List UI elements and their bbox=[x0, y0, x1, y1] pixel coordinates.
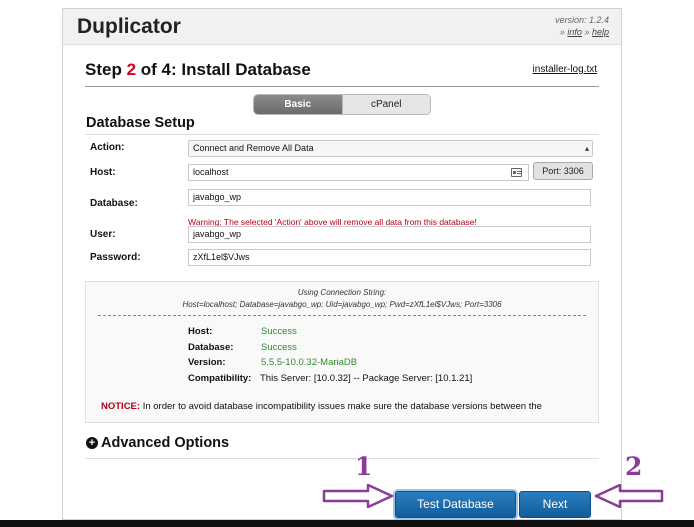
result-host-label: Host: bbox=[188, 326, 213, 337]
bottom-bar bbox=[0, 520, 694, 527]
version-text: version: 1.2.4 bbox=[554, 15, 609, 25]
result-database-value: Success bbox=[261, 342, 297, 353]
mode-tabs: Basic cPanel bbox=[253, 94, 431, 115]
annotation-marker-1: 1 bbox=[355, 452, 373, 481]
password-label: Password: bbox=[90, 252, 141, 263]
action-select[interactable]: Connect and Remove All Data ▴ bbox=[188, 140, 593, 157]
version-block: version: 1.2.4 » info » help bbox=[555, 14, 609, 38]
action-select-value: Connect and Remove All Data bbox=[193, 143, 314, 153]
next-button[interactable]: Next bbox=[519, 491, 591, 518]
installer-panel: Duplicator version: 1.2.4 » info » help … bbox=[62, 8, 622, 520]
section-divider bbox=[85, 134, 599, 135]
tab-cpanel[interactable]: cPanel bbox=[341, 95, 430, 114]
database-input[interactable]: javabgo_wp bbox=[188, 189, 591, 206]
advanced-divider bbox=[85, 458, 599, 459]
arrow-left-icon bbox=[594, 484, 664, 508]
title-divider bbox=[85, 86, 599, 87]
help-link[interactable]: help bbox=[592, 27, 609, 37]
step-prefix: Step bbox=[85, 60, 122, 79]
result-version-value: 5.5.5-10.0.32-MariaDB bbox=[261, 357, 358, 368]
installer-log-link[interactable]: installer-log.txt bbox=[533, 64, 597, 75]
test-database-button[interactable]: Test Database bbox=[395, 491, 516, 518]
version-links: » info » help bbox=[555, 26, 609, 38]
host-input-value: localhost bbox=[193, 167, 229, 177]
link-separator: » bbox=[584, 27, 590, 37]
step-title: Step 2 of 4: Install Database bbox=[85, 60, 311, 80]
notice-label: NOTICE: bbox=[101, 401, 141, 412]
contact-card-icon[interactable] bbox=[511, 168, 522, 177]
result-database-label: Database: bbox=[188, 342, 234, 353]
connection-string-title: Using Connection String: bbox=[297, 288, 387, 297]
host-input[interactable]: localhost bbox=[188, 164, 529, 181]
info-link[interactable]: info bbox=[567, 27, 582, 37]
password-input[interactable]: zXfL1el$VJws bbox=[188, 249, 591, 266]
annotation-marker-2: 2 bbox=[625, 452, 643, 481]
link-prefix: » bbox=[559, 27, 565, 37]
database-label: Database: bbox=[90, 198, 138, 209]
database-setup-heading: Database Setup bbox=[86, 115, 195, 131]
select-arrows-icon: ▴ bbox=[584, 144, 589, 153]
compat-notice: NOTICE: In order to avoid database incom… bbox=[101, 400, 591, 414]
results-divider bbox=[98, 315, 586, 316]
result-version-label: Version: bbox=[188, 357, 226, 368]
host-label: Host: bbox=[90, 167, 116, 178]
port-button[interactable]: Port: 3306 bbox=[533, 162, 593, 180]
connection-results[interactable]: Using Connection String: Host=localhost;… bbox=[85, 281, 599, 423]
action-label: Action: bbox=[90, 142, 125, 153]
header-bar: Duplicator version: 1.2.4 » info » help bbox=[63, 9, 621, 45]
tab-basic[interactable]: Basic bbox=[254, 95, 342, 114]
step-suffix: of 4: Install Database bbox=[140, 60, 311, 79]
arrow-right-icon bbox=[322, 484, 394, 508]
app-title: Duplicator bbox=[77, 15, 181, 38]
user-input[interactable]: javabgo_wp bbox=[188, 226, 591, 243]
plus-circle-icon: + bbox=[86, 437, 98, 449]
result-compat-label: Compatibility: bbox=[188, 373, 252, 384]
advanced-options-label: Advanced Options bbox=[101, 435, 230, 451]
result-compat-value: This Server: [10.0.32] -- Package Server… bbox=[260, 373, 473, 384]
connection-string: Host=localhost; Database=javabgo_wp; Uid… bbox=[182, 300, 502, 309]
advanced-options-toggle[interactable]: + Advanced Options bbox=[86, 435, 229, 451]
step-number: 2 bbox=[126, 60, 137, 79]
notice-text: In order to avoid database incompatibili… bbox=[142, 401, 542, 412]
result-host-value: Success bbox=[261, 326, 297, 337]
user-label: User: bbox=[90, 229, 116, 240]
